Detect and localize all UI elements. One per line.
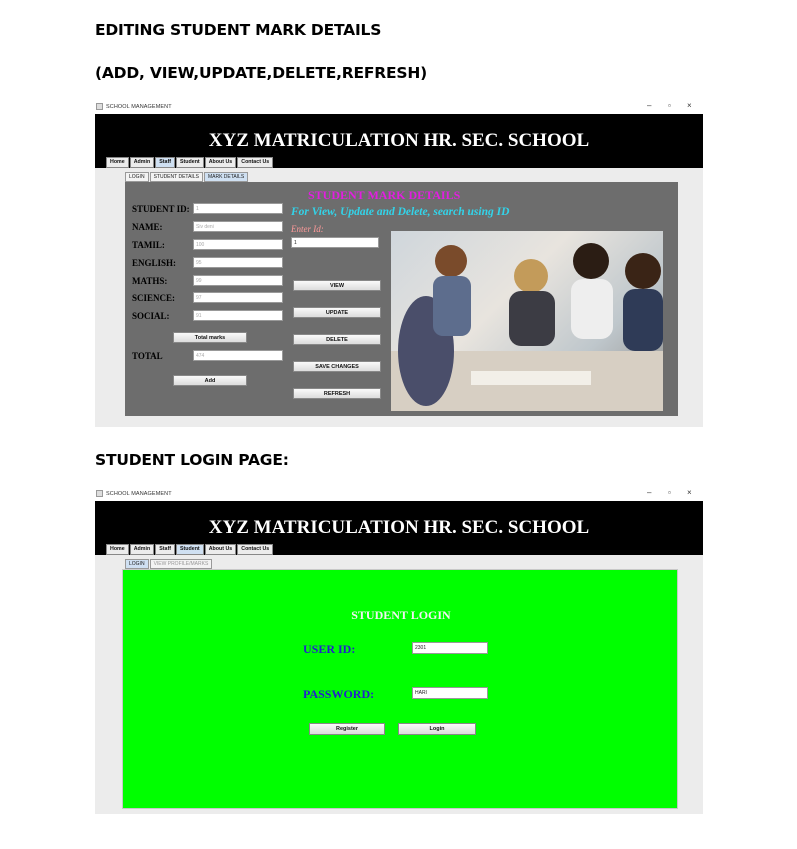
total-field[interactable]: 474 — [193, 350, 283, 361]
tab-contact-us[interactable]: Contact Us — [237, 157, 274, 168]
main-tab-bar: Home Admin Staff Student About Us Contac… — [106, 544, 274, 555]
tamil-field[interactable]: 100 — [193, 239, 283, 250]
science-field[interactable]: 97 — [193, 292, 283, 303]
password-input[interactable]: HARI — [412, 687, 488, 699]
students-photo-illustration — [391, 243, 663, 411]
sub-tab-bar: LOGIN STUDENT DETAILS MARK DETAILS — [125, 172, 249, 182]
minimize-icon[interactable]: – — [647, 488, 651, 497]
tamil-label: TAMIL: — [132, 240, 165, 250]
subtab-login[interactable]: LOGIN — [125, 559, 149, 569]
tab-about-us[interactable]: About Us — [204, 544, 237, 555]
tab-staff[interactable]: Staff — [155, 544, 175, 555]
heading-editing: EDITING STUDENT MARK DETAILS — [95, 21, 382, 39]
user-id-input[interactable]: 2301 — [412, 642, 488, 654]
subtab-student-details[interactable]: STUDENT DETAILS — [149, 172, 203, 182]
tab-home[interactable]: Home — [106, 544, 129, 555]
app-frame: XYZ MATRICULATION HR. SEC. SCHOOL Home A… — [95, 114, 703, 427]
add-button[interactable]: Add — [173, 375, 247, 386]
search-instruction: For View, Update and Delete, search usin… — [291, 206, 510, 218]
view-button[interactable]: VIEW — [293, 280, 381, 291]
school-name: XYZ MATRICULATION HR. SEC. SCHOOL — [208, 130, 590, 151]
student-id-label: STUDENT ID: — [132, 204, 190, 214]
english-field[interactable]: 95 — [193, 257, 283, 268]
mark-details-panel: STUDENT MARK DETAILS For View, Update an… — [125, 182, 678, 416]
app-icon — [96, 490, 103, 497]
app-icon — [96, 103, 103, 110]
school-name: XYZ MATRICULATION HR. SEC. SCHOOL — [208, 517, 590, 538]
save-changes-button[interactable]: SAVE CHANGES — [293, 361, 381, 372]
content-area: LOGIN VIEW PROFILE/MARKS STUDENT LOGIN U… — [95, 555, 703, 814]
maximize-icon[interactable]: ▫ — [668, 101, 671, 110]
tab-admin[interactable]: Admin — [129, 157, 155, 168]
login-button[interactable]: Login — [398, 723, 476, 735]
title-bar: SCHOOL MANAGEMENT – ▫ × — [95, 487, 703, 501]
social-field[interactable]: 91 — [193, 310, 283, 321]
content-area: LOGIN STUDENT DETAILS MARK DETAILS STUDE… — [95, 168, 703, 427]
tab-staff[interactable]: Staff — [155, 157, 175, 168]
tab-contact-us[interactable]: Contact Us — [237, 544, 274, 555]
main-tab-bar: Home Admin Staff Student About Us Contac… — [106, 157, 274, 168]
tab-student[interactable]: Student — [175, 157, 204, 168]
login-title: STUDENT LOGIN — [351, 608, 451, 622]
english-label: ENGLISH: — [132, 258, 177, 268]
close-icon[interactable]: × — [687, 101, 692, 110]
heading-operations: (ADD, VIEW,UPDATE,DELETE,REFRESH) — [95, 64, 428, 82]
window-student-login: SCHOOL MANAGEMENT – ▫ × XYZ MATRICULATIO… — [95, 487, 703, 814]
password-label: PASSWORD: — [303, 687, 375, 701]
enter-id-input[interactable]: 1 — [291, 237, 379, 248]
enter-id-label: Enter Id: — [291, 224, 324, 234]
students-photo — [391, 231, 663, 411]
total-marks-button[interactable]: Total marks — [173, 332, 247, 343]
maths-label: MATHS: — [132, 276, 168, 286]
minimize-icon[interactable]: – — [647, 101, 651, 110]
total-label: TOTAL — [132, 351, 163, 361]
subtab-view-profile-marks[interactable]: VIEW PROFILE/MARKS — [149, 559, 213, 569]
social-label: SOCIAL: — [132, 311, 170, 321]
name-field[interactable]: Siv deni — [193, 221, 283, 232]
tab-about-us[interactable]: About Us — [204, 157, 237, 168]
science-label: SCIENCE: — [132, 293, 176, 303]
window-title: SCHOOL MANAGEMENT — [106, 491, 172, 497]
update-button[interactable]: UPDATE — [293, 307, 381, 318]
title-bar: SCHOOL MANAGEMENT – ▫ × — [95, 100, 703, 114]
maths-field[interactable]: 99 — [193, 275, 283, 286]
register-button[interactable]: Register — [309, 723, 385, 735]
login-panel: STUDENT LOGIN USER ID: 2301 PASSWORD: HA… — [122, 569, 678, 809]
subtab-mark-details[interactable]: MARK DETAILS — [203, 172, 249, 182]
sub-tab-bar: LOGIN VIEW PROFILE/MARKS — [125, 559, 213, 569]
panel-title: STUDENT MARK DETAILS — [308, 188, 461, 202]
maximize-icon[interactable]: ▫ — [668, 488, 671, 497]
refresh-button[interactable]: REFRESH — [293, 388, 381, 399]
student-id-field[interactable]: 1 — [193, 203, 283, 214]
close-icon[interactable]: × — [687, 488, 692, 497]
delete-button[interactable]: DELETE — [293, 334, 381, 345]
user-id-label: USER ID: — [303, 642, 356, 656]
heading-login-page: STUDENT LOGIN PAGE: — [95, 451, 289, 469]
tab-admin[interactable]: Admin — [129, 544, 155, 555]
app-frame: XYZ MATRICULATION HR. SEC. SCHOOL Home A… — [95, 501, 703, 814]
subtab-login[interactable]: LOGIN — [125, 172, 149, 182]
window-title: SCHOOL MANAGEMENT — [106, 104, 172, 110]
name-label: NAME: — [132, 222, 163, 232]
window-mark-details: SCHOOL MANAGEMENT – ▫ × XYZ MATRICULATIO… — [95, 100, 703, 427]
tab-home[interactable]: Home — [106, 157, 129, 168]
tab-student[interactable]: Student — [175, 544, 204, 555]
